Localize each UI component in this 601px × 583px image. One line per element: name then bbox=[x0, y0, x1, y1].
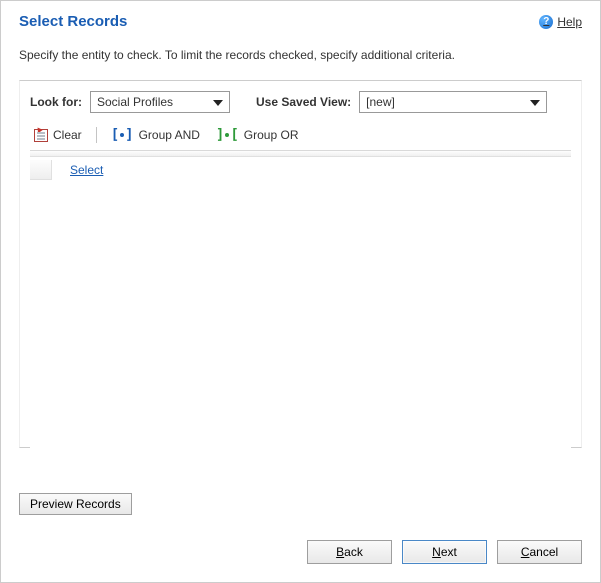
footer-buttons: Back Next Cancel bbox=[307, 540, 582, 564]
toolbar-divider bbox=[96, 127, 97, 143]
row-handle[interactable] bbox=[30, 160, 52, 180]
cancel-button[interactable]: Cancel bbox=[497, 540, 582, 564]
description-text: Specify the entity to check. To limit th… bbox=[1, 38, 600, 80]
group-and-icon: [] bbox=[111, 128, 134, 142]
saved-view-select[interactable]: [new] bbox=[359, 91, 547, 113]
clear-icon bbox=[34, 129, 48, 142]
criteria-grid: Select bbox=[30, 150, 571, 450]
dialog-root: Select Records ? Help Specify the entity… bbox=[0, 0, 601, 583]
group-and-label: Group AND bbox=[139, 128, 200, 142]
entity-row: Look for: Social Profiles Use Saved View… bbox=[30, 91, 571, 113]
clear-label: Clear bbox=[53, 128, 82, 142]
preview-records-button[interactable]: Preview Records bbox=[19, 493, 132, 515]
group-and-button[interactable]: [] Group AND bbox=[107, 126, 204, 144]
criteria-toolbar: Clear [] Group AND ][ Group OR bbox=[30, 123, 571, 150]
help-link[interactable]: ? Help bbox=[539, 15, 582, 29]
look-for-value: Social Profiles bbox=[97, 95, 173, 109]
preview-wrap: Preview Records bbox=[19, 493, 132, 515]
group-or-label: Group OR bbox=[244, 128, 299, 142]
next-button[interactable]: Next bbox=[402, 540, 487, 564]
look-for-label: Look for: bbox=[30, 95, 82, 109]
criteria-row: Select bbox=[30, 160, 571, 180]
help-label: Help bbox=[557, 15, 582, 29]
select-criteria-link[interactable]: Select bbox=[70, 163, 103, 177]
saved-view-label: Use Saved View: bbox=[256, 95, 351, 109]
saved-view-value: [new] bbox=[366, 95, 395, 109]
group-or-button[interactable]: ][ Group OR bbox=[212, 126, 303, 144]
help-icon: ? bbox=[539, 15, 553, 29]
look-for-select[interactable]: Social Profiles bbox=[90, 91, 230, 113]
group-or-icon: ][ bbox=[216, 128, 239, 142]
header: Select Records ? Help bbox=[1, 1, 600, 38]
criteria-panel: Look for: Social Profiles Use Saved View… bbox=[19, 80, 582, 448]
clear-button[interactable]: Clear bbox=[30, 126, 86, 144]
grid-body: Select bbox=[30, 157, 571, 180]
back-button[interactable]: Back bbox=[307, 540, 392, 564]
page-title: Select Records bbox=[19, 13, 127, 30]
